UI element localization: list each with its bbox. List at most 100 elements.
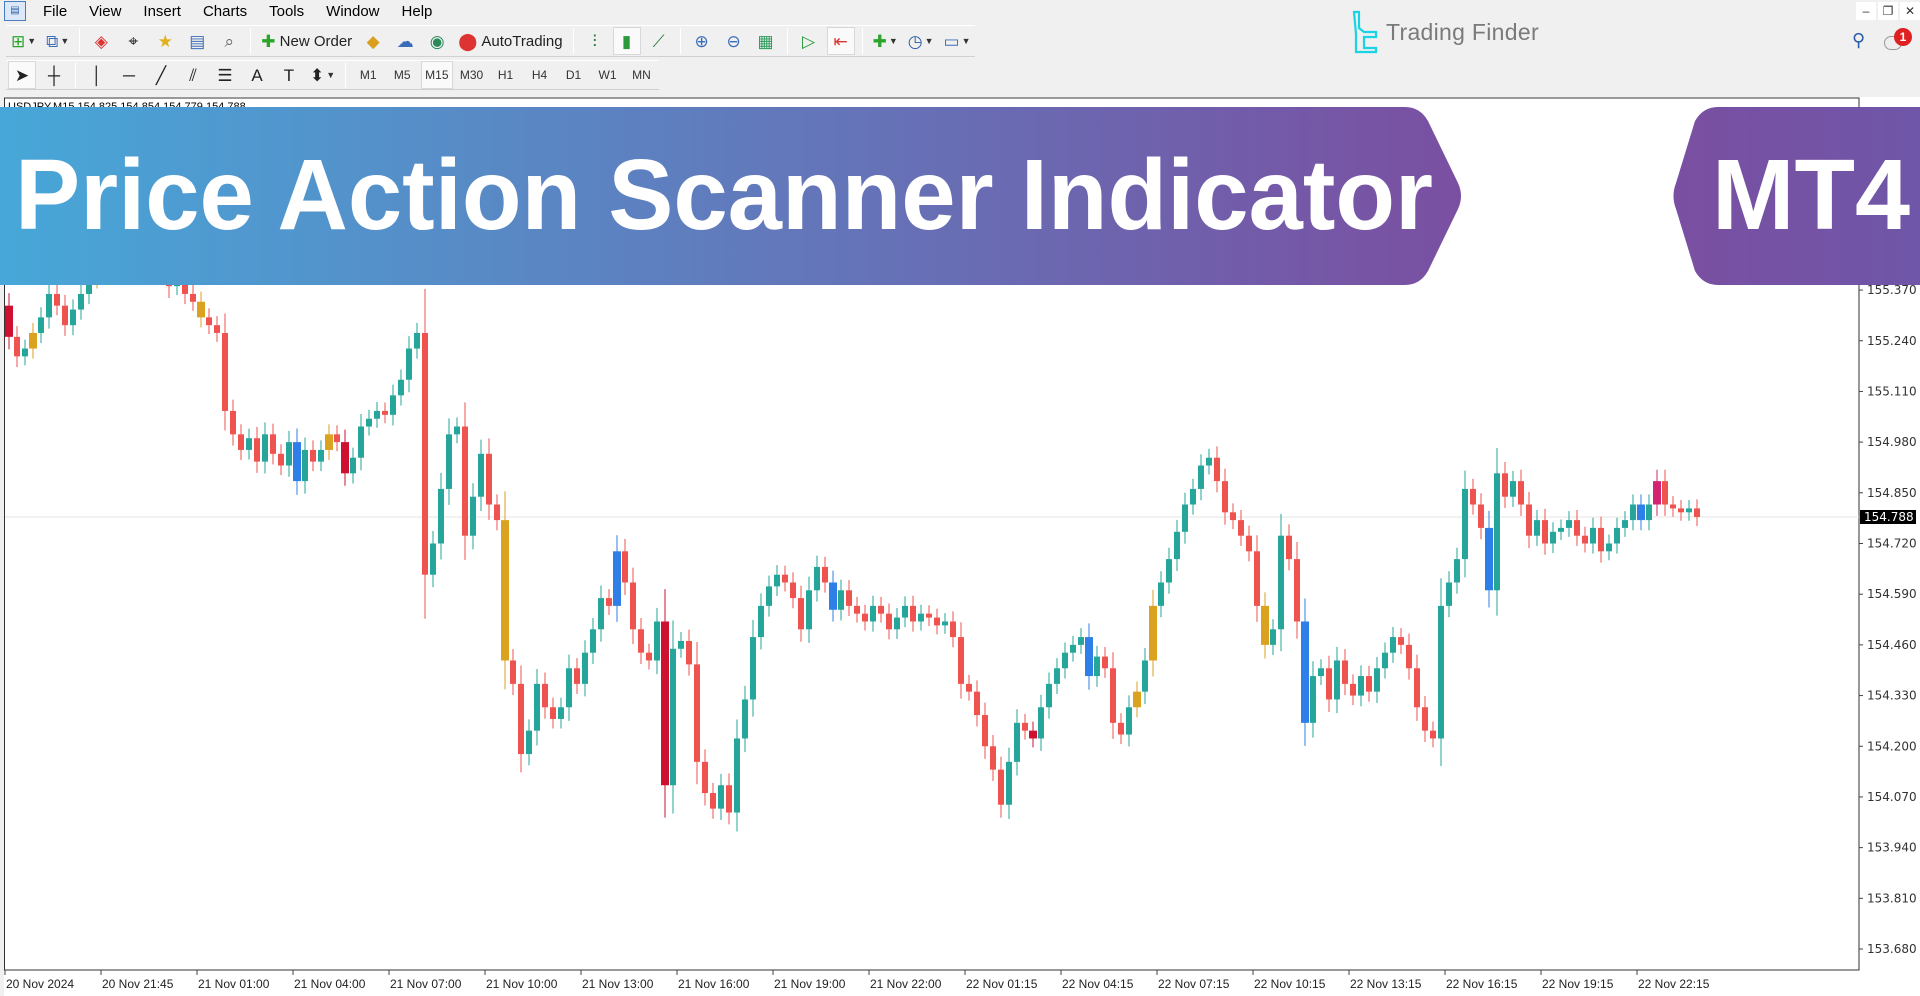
candle-body — [829, 582, 837, 610]
candle-body — [1326, 668, 1332, 700]
candle-body — [1174, 531, 1180, 560]
metaeditor-button[interactable]: ◆ — [359, 27, 387, 55]
candle-body — [558, 707, 564, 719]
candle-body — [878, 605, 884, 614]
menu-file[interactable]: File — [32, 3, 78, 20]
price-tick-label: 153.940 — [1867, 841, 1917, 855]
data-window-button[interactable]: ⌖ — [119, 27, 147, 55]
autotrading-label: AutoTrading — [481, 32, 563, 50]
candle-body — [1133, 691, 1141, 708]
indicators-button[interactable]: ✚ ▼ — [870, 27, 901, 55]
candle-body — [982, 715, 988, 747]
candle-body — [542, 683, 548, 708]
vps-button[interactable]: ☁ — [391, 27, 419, 55]
chart-shift-button[interactable]: ⇤ — [826, 27, 855, 55]
vertical-line-button[interactable]: │ — [83, 61, 111, 89]
new-order-button[interactable]: ✚ New Order — [258, 27, 355, 55]
candle-body — [350, 457, 356, 474]
templates-button[interactable]: ▭ ▼ — [941, 27, 974, 55]
zoom-in-button[interactable]: ⊕ — [688, 27, 716, 55]
candle-body — [814, 566, 820, 591]
candle-body — [1278, 535, 1284, 630]
menu-insert[interactable]: Insert — [132, 3, 192, 20]
candle-body — [1662, 481, 1668, 505]
horizontal-line-button[interactable]: ─ — [115, 61, 143, 89]
new-chart-button[interactable]: ⊞ ▼ — [8, 27, 39, 55]
text-label-button[interactable]: T — [275, 61, 303, 89]
candle-body — [398, 379, 404, 396]
candle-body — [1622, 520, 1628, 528]
candle-body — [1494, 473, 1500, 591]
time-tick-label: 20 Nov 2024 — [6, 977, 74, 991]
channel-icon: ⫽ — [189, 65, 197, 85]
zoom-out-button[interactable]: ⊖ — [720, 27, 748, 55]
fibonacci-button[interactable]: ☰ — [211, 61, 239, 89]
search-button[interactable]: ⚲ — [1852, 30, 1865, 51]
timeframe-m30[interactable]: M30 — [457, 61, 487, 89]
candle-body — [1502, 473, 1508, 497]
divider — [572, 28, 574, 54]
candle-body — [1054, 668, 1060, 684]
navigator-button[interactable]: ★ — [151, 27, 179, 55]
time-tick-label: 21 Nov 01:00 — [198, 977, 270, 991]
timeframe-h4[interactable]: H4 — [525, 61, 555, 89]
messages-button[interactable]: 1 — [1884, 28, 1914, 54]
strategy-tester-button[interactable]: ⌕ — [215, 27, 243, 55]
candle-body — [1646, 504, 1652, 521]
price-tick-label: 154.720 — [1867, 537, 1917, 551]
candle-body — [1149, 605, 1157, 661]
divider — [250, 28, 252, 54]
candle-body — [1390, 637, 1396, 653]
indicators-add-icon: ✚ — [872, 31, 887, 51]
market-watch-button[interactable]: ◈ — [87, 27, 115, 55]
timeframe-m1[interactable]: M1 — [353, 61, 383, 89]
menu-charts[interactable]: Charts — [192, 3, 258, 20]
equidistant-channel-button[interactable]: ⫽ — [179, 61, 207, 89]
profiles-button[interactable]: ⧉ ▼ — [43, 27, 72, 55]
bar-chart-button[interactable]: ⫶ — [581, 27, 609, 55]
line-chart-button[interactable]: ⟋ — [645, 27, 673, 55]
crosshair-button[interactable]: ┼ — [40, 61, 68, 89]
menu-help[interactable]: Help — [391, 3, 444, 20]
candle-body — [270, 434, 276, 454]
candle-body — [230, 410, 236, 435]
timeframe-w1[interactable]: W1 — [593, 61, 623, 89]
minimize-button[interactable]: – — [1856, 2, 1876, 20]
candle-body — [478, 453, 484, 497]
periods-button[interactable]: ◷ ▼ — [905, 27, 937, 55]
candle-body — [446, 434, 452, 489]
timeframe-d1[interactable]: D1 — [559, 61, 589, 89]
close-button[interactable]: ✕ — [1900, 2, 1920, 20]
autotrading-button[interactable]: ⬤ AutoTrading — [455, 27, 565, 55]
restore-button[interactable]: ❐ — [1878, 2, 1898, 20]
timeframe-h1[interactable]: H1 — [491, 61, 521, 89]
time-tick-label: 22 Nov 04:15 — [1062, 977, 1134, 991]
timeframe-m5[interactable]: M5 — [387, 61, 417, 89]
candle-body — [29, 332, 37, 349]
candle-body — [1334, 660, 1340, 700]
cursor-button[interactable]: ➤ — [8, 61, 36, 89]
candlestick-button[interactable]: ▮ — [612, 27, 641, 55]
candle-body — [374, 410, 380, 419]
price-tick-label: 154.200 — [1867, 739, 1917, 753]
timeframe-mn[interactable]: MN — [627, 61, 657, 89]
arrows-button[interactable]: ⬍ ▼ — [307, 61, 338, 89]
menu-view[interactable]: View — [78, 3, 132, 20]
menu-tools[interactable]: Tools — [258, 3, 315, 20]
auto-scroll-button[interactable]: ▷ — [795, 27, 823, 55]
candle-body — [1526, 504, 1532, 536]
terminal-button[interactable]: ▤ — [183, 27, 211, 55]
menu-window[interactable]: Window — [315, 3, 390, 20]
metaeditor-icon: ◆ — [366, 31, 380, 51]
tile-windows-button[interactable]: ▦ — [752, 27, 780, 55]
candle-body — [806, 590, 812, 630]
price-tick-label: 154.980 — [1867, 435, 1917, 449]
signals-button[interactable]: ◉ — [423, 27, 451, 55]
arrows-icon: ⬍ — [310, 65, 325, 85]
trendline-button[interactable]: ╱ — [147, 61, 175, 89]
text-button[interactable]: A — [243, 61, 271, 89]
timeframe-m15[interactable]: M15 — [421, 61, 453, 89]
candle-body — [382, 410, 388, 415]
time-tick-label: 22 Nov 10:15 — [1254, 977, 1326, 991]
candle-body — [1230, 512, 1236, 521]
